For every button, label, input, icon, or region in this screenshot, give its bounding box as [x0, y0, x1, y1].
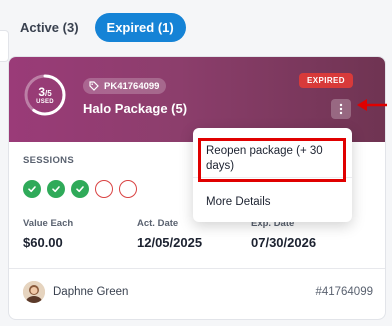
stat-value: 12/05/2025: [137, 235, 203, 250]
stat-label: Act. Date: [137, 218, 179, 229]
stat-act-date: Act. Date 12/05/2025: [137, 218, 202, 250]
used-label: USED: [36, 98, 54, 105]
owner-name[interactable]: Daphne Green: [53, 286, 128, 298]
session-remaining: [119, 180, 137, 198]
stat-exp-date: Exp. Date 07/30/2026: [251, 218, 316, 250]
annotation-arrow-icon: [357, 99, 387, 111]
total-count: /5: [45, 88, 52, 98]
sessions-label: SESSIONS: [23, 155, 74, 166]
avatar: [23, 281, 45, 303]
kebab-icon: [339, 103, 343, 115]
tab-expired[interactable]: Expired (1): [94, 12, 186, 42]
session-remaining: [95, 180, 113, 198]
session-completed: [47, 180, 65, 198]
tag-icon: [89, 81, 99, 91]
session-completed: [71, 180, 89, 198]
check-icon: [76, 186, 84, 193]
package-tabs: Active (3) Expired (1): [8, 11, 186, 43]
stat-value: 07/30/2026: [251, 235, 317, 250]
check-icon: [28, 186, 36, 193]
package-name: Halo Package (5): [83, 101, 188, 116]
package-id: PK41764099: [104, 80, 160, 92]
more-details-item[interactable]: More Details: [206, 195, 271, 210]
check-icon: [52, 186, 60, 193]
person-icon: [23, 281, 45, 303]
package-id-badge: PK41764099: [83, 78, 167, 94]
session-completed: [23, 180, 41, 198]
stat-value-each: Value Each $60.00: [23, 218, 73, 250]
stat-value: $60.00: [23, 235, 63, 250]
reference-number: #41764099: [315, 286, 373, 298]
annotation-highlight-box: [198, 138, 346, 182]
card-footer: Daphne Green #41764099: [9, 269, 385, 319]
session-tracker: [23, 180, 143, 198]
usage-counter: 3/5 USED: [23, 73, 67, 117]
tab-active[interactable]: Active (3): [8, 13, 91, 42]
status-badge: EXPIRED: [299, 73, 353, 88]
more-options-button[interactable]: [331, 99, 351, 119]
stat-label: Value Each: [23, 218, 74, 229]
used-count: 3: [38, 84, 45, 99]
